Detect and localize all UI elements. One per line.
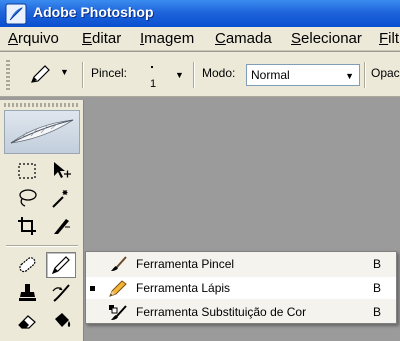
tool-clone-stamp[interactable] xyxy=(12,280,42,306)
menu-imagem[interactable]: Imagem xyxy=(140,30,194,47)
selected-bullet-icon xyxy=(90,286,95,291)
toolbox-grip[interactable] xyxy=(4,103,78,107)
toolbox-divider xyxy=(6,245,78,247)
pencil-tool-flyout-menu: Ferramenta Pincel B Ferramenta Lápis B F… xyxy=(85,251,397,324)
pencil-icon xyxy=(109,280,127,297)
menu-bar: Arquivo Editar Imagem Camada Selecionar … xyxy=(0,27,400,51)
mode-value: Normal xyxy=(251,68,290,82)
move-icon xyxy=(54,162,71,178)
tool-slice[interactable] xyxy=(46,213,76,239)
menu-editar[interactable]: Editar xyxy=(82,30,121,47)
flyout-item-label: Ferramenta Substituição de Cor xyxy=(136,305,307,319)
flyout-item-shortcut: B xyxy=(373,305,382,319)
menu-arquivo[interactable]: Arquivo xyxy=(8,30,59,47)
feather-logo-icon xyxy=(10,119,74,144)
brush-icon xyxy=(111,256,127,271)
flyout-item-brush[interactable]: Ferramenta Pincel B xyxy=(86,253,396,275)
menu-camada[interactable]: Camada xyxy=(215,30,272,47)
chevron-down-icon: ▼ xyxy=(345,71,354,81)
lasso-icon xyxy=(19,189,37,207)
tool-history-brush[interactable] xyxy=(46,280,76,306)
toolbox xyxy=(0,100,84,341)
pencil-icon xyxy=(51,256,70,275)
brush-size-value: 1 xyxy=(150,78,157,90)
tool-eraser[interactable] xyxy=(12,308,42,334)
tool-crop[interactable] xyxy=(12,213,42,239)
magic-wand-icon xyxy=(52,190,68,208)
flyout-item-label: Ferramenta Pincel xyxy=(136,257,235,271)
healing-brush-icon xyxy=(19,257,36,273)
chevron-down-icon: ▼ xyxy=(175,70,184,80)
menu-filtro[interactable]: Filt xyxy=(379,30,399,47)
toolbox-header[interactable] xyxy=(4,110,80,154)
tool-move[interactable] xyxy=(46,158,76,184)
brush-preview-dot xyxy=(151,66,153,68)
menu-selecionar[interactable]: Selecionar xyxy=(291,30,362,47)
separator xyxy=(193,62,195,88)
separator xyxy=(82,62,84,88)
title-bar: Adobe Photoshop xyxy=(0,0,400,27)
tool-preset-picker[interactable]: ▼ xyxy=(28,64,74,86)
mode-select[interactable]: Normal ▼ xyxy=(246,64,360,86)
tool-paint-bucket[interactable] xyxy=(46,308,76,334)
history-brush-icon xyxy=(52,284,70,302)
rectangular-marquee-icon xyxy=(18,163,36,179)
flyout-item-color-replacement[interactable]: Ferramenta Substituição de Cor B xyxy=(86,301,396,323)
tool-magic-wand[interactable] xyxy=(46,185,76,211)
flyout-item-label: Ferramenta Lápis xyxy=(136,281,231,295)
mode-label: Modo: xyxy=(202,66,236,80)
pencil-icon xyxy=(31,65,50,83)
options-bar-grip[interactable] xyxy=(6,60,10,90)
window-title: Adobe Photoshop xyxy=(33,4,154,20)
clone-stamp-icon xyxy=(19,284,36,301)
separator xyxy=(364,62,366,88)
slice-icon xyxy=(54,219,70,234)
tool-healing-brush[interactable] xyxy=(12,252,42,278)
photoshop-feather-icon xyxy=(5,3,27,25)
chevron-down-icon: ▼ xyxy=(60,67,69,77)
tool-pencil-active[interactable] xyxy=(46,252,76,278)
flyout-item-pencil[interactable]: Ferramenta Lápis B xyxy=(86,277,396,299)
color-replacement-icon xyxy=(109,305,127,320)
tool-marquee[interactable] xyxy=(12,158,42,184)
eraser-icon xyxy=(18,315,36,329)
flyout-item-shortcut: B xyxy=(373,281,382,295)
brush-label: Pincel: xyxy=(91,66,128,80)
opacity-label: Opac xyxy=(371,66,400,80)
tool-lasso[interactable] xyxy=(12,185,42,211)
options-bar: ▼ Pincel: 1 ▼ Modo: Normal ▼ Opac xyxy=(0,52,400,97)
paint-bucket-icon xyxy=(55,313,71,327)
flyout-item-shortcut: B xyxy=(373,257,382,271)
brush-picker[interactable]: 1 ▼ xyxy=(141,62,189,90)
crop-icon xyxy=(18,217,36,235)
